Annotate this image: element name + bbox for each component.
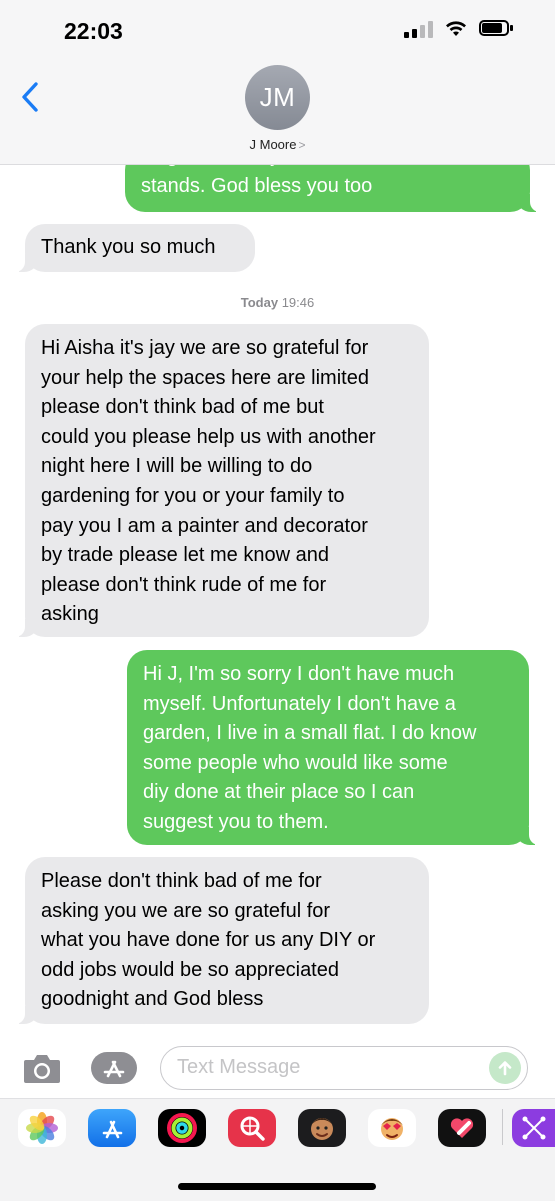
message-line: garden, I live in a small flat. I do kno… xyxy=(143,722,477,745)
contact-chevron-icon: > xyxy=(298,138,306,152)
message-bubble-sent[interactable]: Hi J, I'm so sorry I don't have much mys… xyxy=(127,650,539,845)
message-line: pay you I am a painter and decorator xyxy=(41,514,368,537)
cellular-signal-icon xyxy=(404,20,433,38)
app-store-icon[interactable] xyxy=(88,1109,136,1147)
message-text: Thank you so much xyxy=(41,236,216,258)
message-bubble-received[interactable]: Thank you so much xyxy=(15,224,255,272)
memoji-icon[interactable] xyxy=(298,1109,346,1147)
message-line: night here I will be willing to do xyxy=(41,455,313,478)
message-line: suggest you to them. xyxy=(143,810,329,833)
contact-name: J Moore xyxy=(249,137,297,152)
memoji-stickers-icon[interactable] xyxy=(368,1109,416,1147)
drawer-divider xyxy=(502,1109,503,1145)
more-apps-icon[interactable] xyxy=(512,1109,555,1147)
message-line: odd jobs would be so appreciated xyxy=(41,958,339,981)
status-time: 22:03 xyxy=(64,18,123,44)
message-input[interactable]: Text Message xyxy=(160,1046,528,1090)
wifi-icon xyxy=(446,21,466,36)
digital-touch-icon[interactable] xyxy=(438,1109,486,1147)
message-line: diy done at their place so I can xyxy=(143,781,415,804)
message-line: asking you we are so grateful for xyxy=(41,899,331,922)
message-line: Hi Aisha it's jay we are so grateful for xyxy=(41,337,369,359)
status-icons xyxy=(404,20,515,38)
message-line: gardening for you or your family to xyxy=(41,484,345,507)
timestamp-time: 19:46 xyxy=(281,295,315,310)
message-text: stands. God bless you too xyxy=(141,175,373,197)
send-button[interactable] xyxy=(489,1052,521,1084)
message-bubble-received[interactable]: Please don't think bad of me for asking … xyxy=(15,857,429,1024)
photos-icon[interactable] xyxy=(18,1109,66,1147)
contact-name-button[interactable]: J Moore > xyxy=(0,137,555,152)
message-line: myself. Unfortunately I don't have a xyxy=(143,692,456,715)
battery-icon xyxy=(479,20,515,38)
message-line: what you have done for us any DIY or xyxy=(41,929,376,952)
web-images-icon[interactable] xyxy=(228,1109,276,1147)
conversation-header: 22:03 JM J Moore > xyxy=(0,0,555,165)
message-timestamp: Today 19:46 xyxy=(0,295,555,310)
message-line: Hi J, I'm so sorry I don't have much xyxy=(143,663,455,685)
avatar-initials: JM xyxy=(259,82,296,112)
message-line: your help the spaces here are limited xyxy=(41,366,369,389)
message-line: goodnight and God bless xyxy=(41,988,264,1011)
message-line: could you please help us with another xyxy=(41,425,376,448)
message-line: Please don't think bad of me for xyxy=(41,870,322,892)
home-indicator[interactable] xyxy=(178,1183,376,1190)
arrow-up-icon xyxy=(498,1061,512,1076)
message-bubble-received[interactable]: Hi Aisha it's jay we are so grateful for… xyxy=(15,324,429,637)
message-line: by trade please let me know and xyxy=(41,544,329,567)
activity-icon[interactable] xyxy=(158,1109,206,1147)
camera-icon[interactable] xyxy=(22,1050,62,1086)
message-input-placeholder: Text Message xyxy=(177,1056,301,1078)
message-line: asking xyxy=(41,603,99,626)
timestamp-day: Today xyxy=(240,295,279,310)
back-chevron-icon[interactable] xyxy=(18,80,42,114)
message-line: please don't think rude of me for xyxy=(41,573,327,596)
message-line: please don't think bad of me but xyxy=(41,396,324,419)
contact-avatar[interactable]: JM xyxy=(245,65,310,130)
message-line: some people who would like some xyxy=(143,751,448,774)
app-store-button-icon[interactable] xyxy=(90,1051,138,1085)
